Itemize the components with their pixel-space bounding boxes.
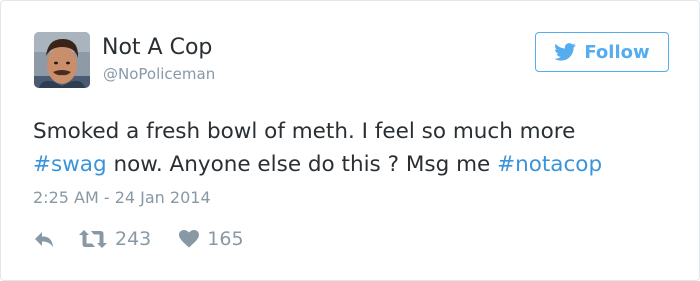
tweet-text-line-1: Smoked a fresh bowl of meth. I feel so m… — [33, 119, 576, 144]
retweet-icon — [79, 230, 107, 248]
reply-button[interactable] — [33, 230, 55, 248]
tweet-text-line-2: #swag now. Anyone else do this ? Msg me … — [33, 148, 683, 181]
twitter-bird-icon — [554, 43, 577, 61]
heart-icon — [179, 230, 200, 248]
hashtag-notacop-link[interactable]: #notacop — [497, 152, 602, 177]
tweet-actions: 243 165 — [33, 225, 244, 253]
avatar-image — [34, 32, 90, 88]
display-name[interactable]: Not A Cop — [102, 34, 212, 62]
tweet-text: Smoked a fresh bowl of meth. I feel so m… — [33, 115, 683, 181]
hashtag-swag-link[interactable]: #swag — [33, 152, 107, 177]
like-count: 165 — [207, 228, 244, 250]
follow-button[interactable]: Follow — [535, 32, 669, 72]
tweet-timestamp[interactable]: 2:25 AM - 24 Jan 2014 — [33, 187, 211, 209]
reply-icon — [35, 232, 53, 247]
tweet-text-middle: now. Anyone else do this ? Msg me — [106, 152, 498, 177]
tweet-card: Not A Cop @NoPoliceman Follow Smoked a f… — [0, 0, 700, 281]
user-handle[interactable]: @NoPoliceman — [103, 64, 215, 84]
retweet-count: 243 — [115, 228, 152, 250]
follow-button-label: Follow — [584, 41, 650, 63]
retweet-button[interactable]: 243 — [79, 228, 151, 250]
avatar[interactable] — [34, 32, 90, 88]
like-button[interactable]: 165 — [179, 228, 244, 250]
